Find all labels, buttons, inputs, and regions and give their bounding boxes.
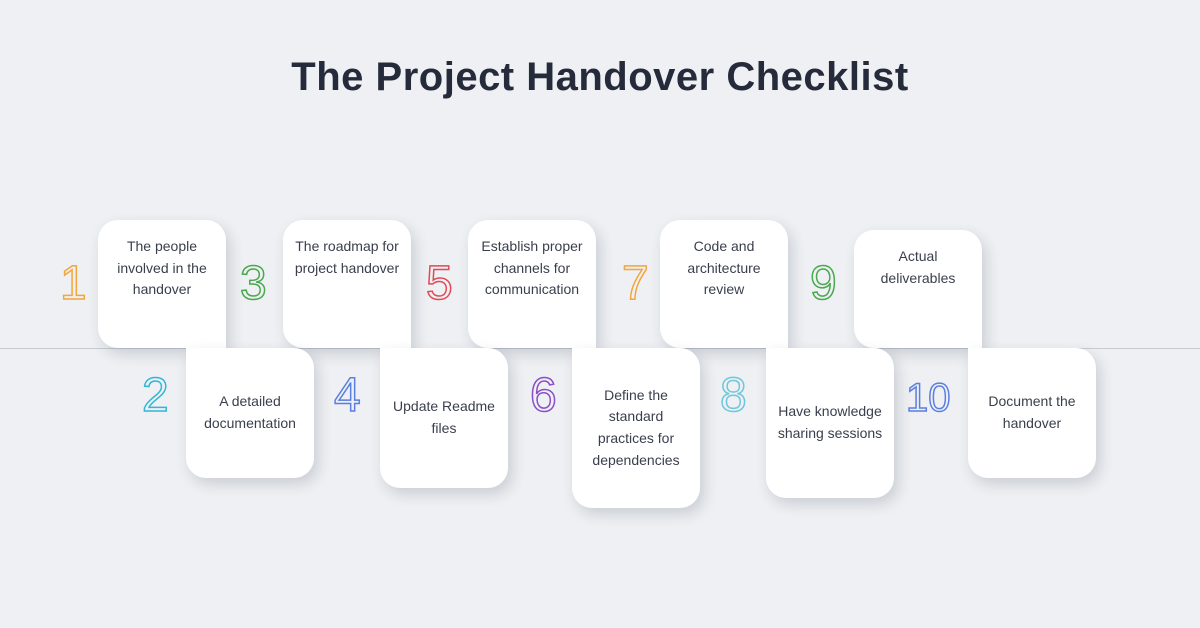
step-label: Document the handover [978,391,1086,434]
step-label: Code and architecture review [687,238,760,297]
step-number-1: 1 [60,260,87,308]
step-label: Have knowledge sharing sessions [776,401,884,444]
step-label: The roadmap for project handover [295,238,399,276]
step-number-10: 10 [906,378,951,418]
step-number-3: 3 [240,260,267,308]
step-number-9: 9 [810,260,837,308]
step-label: Establish proper channels for communicat… [481,238,582,297]
step-card-2: A detailed documentation [186,348,314,478]
step-card-5: Establish proper channels for communicat… [468,220,596,348]
step-number-8: 8 [720,372,747,420]
step-number-2: 2 [142,372,169,420]
step-number-4: 4 [334,372,361,420]
step-label: Define the standard practices for depend… [582,385,690,472]
step-number-6: 6 [530,372,557,420]
step-card-3: The roadmap for project handover [283,220,411,348]
diagram-canvas: 1 The people involved in the handover 3 … [0,0,1200,628]
step-card-7: Code and architecture review [660,220,788,348]
step-number-5: 5 [426,260,453,308]
step-label: The people involved in the handover [117,238,207,297]
step-card-1: The people involved in the handover [98,220,226,348]
step-card-9: Actual deliverables [854,230,982,348]
step-number-7: 7 [622,260,649,308]
step-card-6: Define the standard practices for depend… [572,348,700,508]
step-label: A detailed documentation [196,391,304,434]
step-label: Actual deliverables [881,248,956,286]
step-card-10: Document the handover [968,348,1096,478]
step-label: Update Readme files [390,396,498,439]
step-card-8: Have knowledge sharing sessions [766,348,894,498]
step-card-4: Update Readme files [380,348,508,488]
